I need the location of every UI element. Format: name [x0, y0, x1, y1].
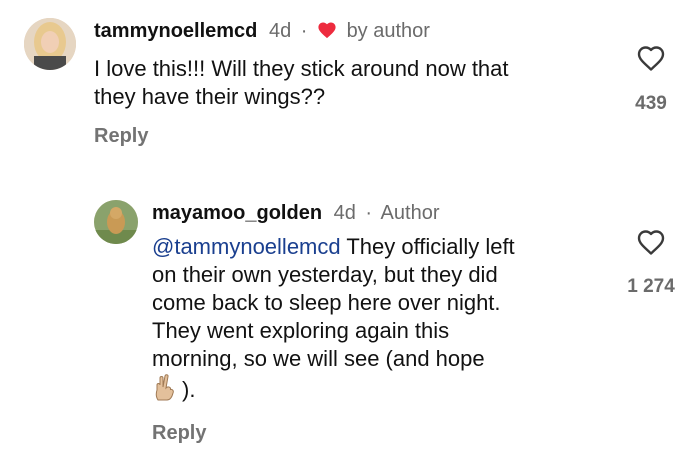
- comment1-text-line2: they have their wings??: [94, 84, 326, 109]
- comment2-text-line6: ).: [152, 373, 612, 404]
- comment2-header: mayamoo_golden 4d · Author: [152, 202, 439, 225]
- comment2-text-line1-rest: They officially left: [340, 234, 515, 259]
- comment1-time: 4d: [268, 20, 292, 42]
- comment2-author-badge: Author: [380, 202, 440, 224]
- comment2-text-line6-rest: ).: [182, 377, 196, 402]
- liked-by-author-heart-icon: [318, 22, 336, 39]
- comment2-text: @tammynoellemcd They officially left on …: [152, 233, 612, 404]
- comment2-text-line4: They went exploring again this: [152, 318, 450, 343]
- crossed-fingers-emoji-icon: [155, 374, 174, 401]
- comment1-reply-button[interactable]: Reply: [94, 125, 148, 148]
- comment2-like-count: 1 274: [627, 276, 675, 297]
- comment1-like-count: 439: [635, 93, 667, 114]
- comment1-like-heart-icon[interactable]: [636, 44, 666, 72]
- comment2-reply-button[interactable]: Reply: [152, 422, 206, 445]
- avatar-tammynoellemcd[interactable]: [24, 18, 76, 70]
- comment1-username[interactable]: tammynoellemcd: [94, 20, 257, 42]
- comment1-liked-by-author-text: by author: [346, 20, 430, 42]
- avatar-mayamoo-golden[interactable]: [94, 200, 138, 244]
- comment2-username[interactable]: mayamoo_golden: [152, 202, 322, 224]
- comment2-separator: ·: [365, 202, 373, 224]
- comment1-text-line1: I love this!!! Will they stick around no…: [94, 56, 509, 81]
- avatar-image: [94, 200, 138, 244]
- comment2-like-heart-icon[interactable]: [636, 228, 666, 256]
- comment2-text-line3: come back to sleep here over night.: [152, 290, 501, 315]
- comment2-time: 4d: [333, 202, 356, 224]
- comment2-text-line5: morning, so we will see (and hope: [152, 346, 485, 371]
- comment2-mention-link[interactable]: @tammynoellemcd: [152, 234, 341, 259]
- comment1-text: I love this!!! Will they stick around no…: [94, 55, 614, 111]
- comment2-text-line1: @tammynoellemcd They officially left: [152, 233, 612, 261]
- comment1-header: tammynoellemcd 4d · by author: [94, 20, 430, 43]
- comment2-text-line2: on their own yesterday, but they did: [152, 262, 498, 287]
- avatar-image: [24, 18, 76, 70]
- comment1-separator: ·: [300, 20, 308, 42]
